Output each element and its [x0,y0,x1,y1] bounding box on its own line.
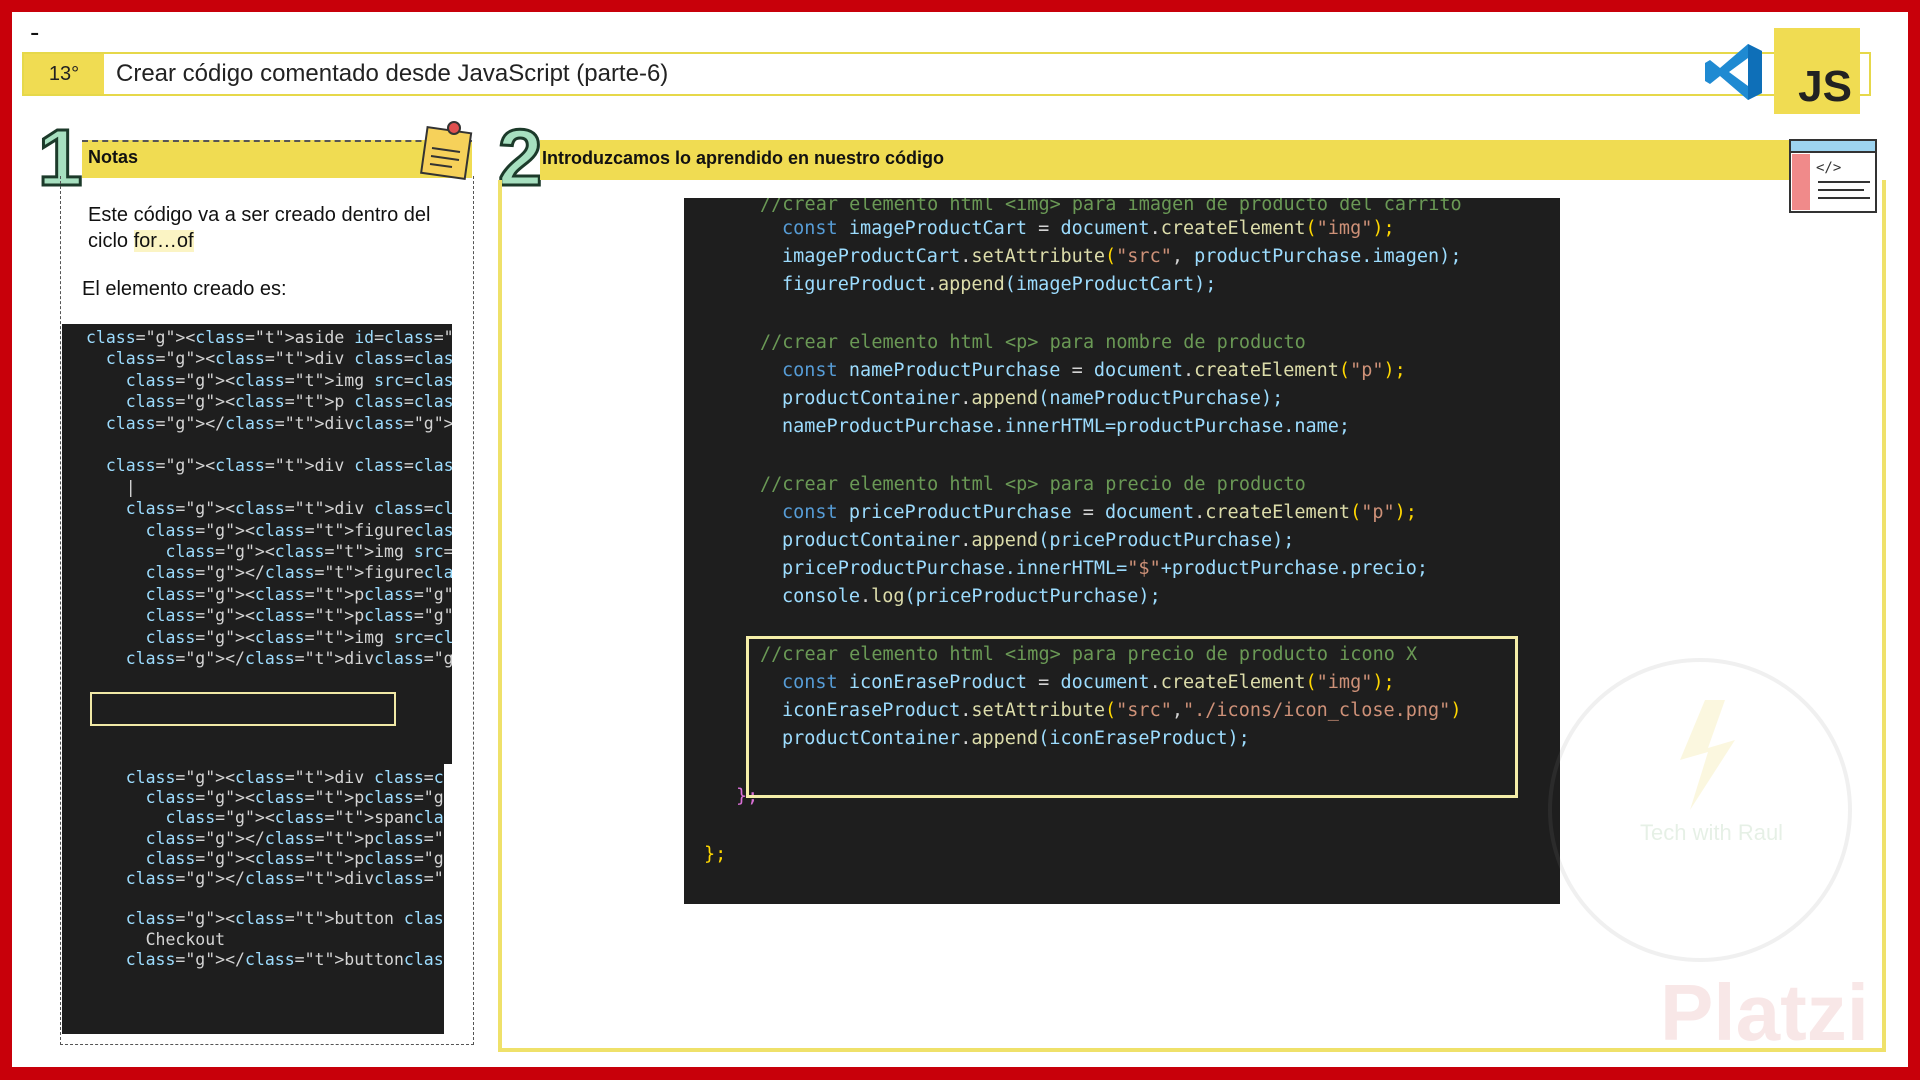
code-line: const nameProductPurchase = document.cre… [782,360,1406,381]
code-line: class="g"><class="t">button class=class=… [125,909,444,929]
code-line: console.log(priceProductPurchase); [782,586,1161,607]
code-line: const imageProductCart = document.create… [782,218,1395,239]
code-line: class="g"></class="t">figureclass="g">> [145,563,452,583]
lesson-title: Crear código comentado desde JavaScript … [116,60,669,87]
lesson-number: 13° [24,54,104,94]
code-line: class="g"><class="t">div class=class="s"… [125,499,452,519]
title-bar: 13° Crear código comentado desde JavaScr… [22,52,1871,96]
code-line: class="g"><class="t">pclass="g">> [145,788,444,808]
note-highlight: for…of [133,230,194,252]
code-line: productContainer.append(priceProductPurc… [782,530,1295,551]
code-line: class="g"></class="t">divclass="g">> [125,869,444,888]
code-line: figureProduct.append(imageProductCart); [782,274,1217,295]
code-line: class="g"><class="t">div class=class="s"… [125,768,444,787]
code-line: class="g"><class="t">img src=class="s">"… [125,370,452,390]
code-line: priceProductPurchase.innerHTML="$"+produ… [782,558,1429,579]
notas-title: Notas [88,147,139,167]
code-line: class="g"><class="t">pclass="g">>$560.00… [145,848,444,868]
code-line: | [86,477,136,497]
code-window-icon: </> [1789,139,1877,213]
js-label: JS [1798,62,1852,111]
code-line: class="g"><class="t">pclass="g">>Bikecla… [145,584,452,604]
highlight-box-img [90,692,396,726]
code-line: const priceProductPurchase = document.cr… [782,502,1417,523]
highlight-box-code [746,636,1518,798]
code-section-title: Introduzcamos lo aprendido en nuestro có… [542,148,945,168]
code-line: class="g"></class="t">pclass="g">> [145,828,444,848]
javascript-logo: JS [1774,28,1860,114]
code-line: class="g"><class="t">aside id=class="s">… [86,328,452,347]
code-line: Checkout [86,929,226,949]
note-text-element: El elemento creado es: [82,278,287,300]
platzi-logo-text: Platzi [1660,968,1869,1057]
dash-mark: - [30,18,40,48]
code-line: class="g"><class="t">div class=class="s"… [105,456,452,476]
javascript-code-block: //crear elemento html <img> para imagen … [684,198,1560,904]
code-line: class="g"><class="t">img src=class="s">"… [145,627,452,647]
html-code-snippet-continued: class="g"><class="t">div class=class="s"… [62,764,444,1034]
code-line: class="g"><class="t">pclass="g">>$30,00c… [145,606,452,626]
code-line: class="g"><class="t">img src=class="s">"… [165,542,452,561]
code-comment: //crear elemento html <p> para nombre de… [760,332,1306,353]
code-line: class="g"></class="t">divclass="g">> [125,649,452,668]
code-line: class="g"><class="t">p class=class="s">"… [125,392,452,412]
code-line: class="g"></class="t">buttonclass="g">> [125,949,444,969]
note-text: Este código va a ser creado dentro del c… [88,202,458,254]
watermark-badge: Tech with Raul [1640,820,1783,845]
code-comment: //crear elemento html <p> para precio de… [760,474,1306,495]
vscode-icon [1705,44,1762,100]
svg-text:</>: </> [1816,160,1841,176]
code-line: class="g"></class="t">divclass="g">> [105,413,452,433]
code-line: nameProductPurchase.innerHTML=productPur… [782,416,1351,437]
sticky-note-icon [420,121,473,180]
code-line: productContainer.append(nameProductPurch… [782,388,1284,409]
code-close-brace: }; [704,844,727,865]
code-line: class="g"><class="t">div class=class="s"… [105,349,452,369]
code-line: imageProductCart.setAttribute("src", pro… [782,246,1462,267]
platzi-watermark: Tech with Raul Platzi [1548,658,1869,1057]
code-line: class="g"><class="t">spanclass="g">>Tota… [165,808,444,828]
notas-header [82,140,472,178]
code-line: class="g"><class="t">figureclass="g">> [145,520,452,540]
code-comment: //crear elemento html <img> para imagen … [760,198,1462,215]
